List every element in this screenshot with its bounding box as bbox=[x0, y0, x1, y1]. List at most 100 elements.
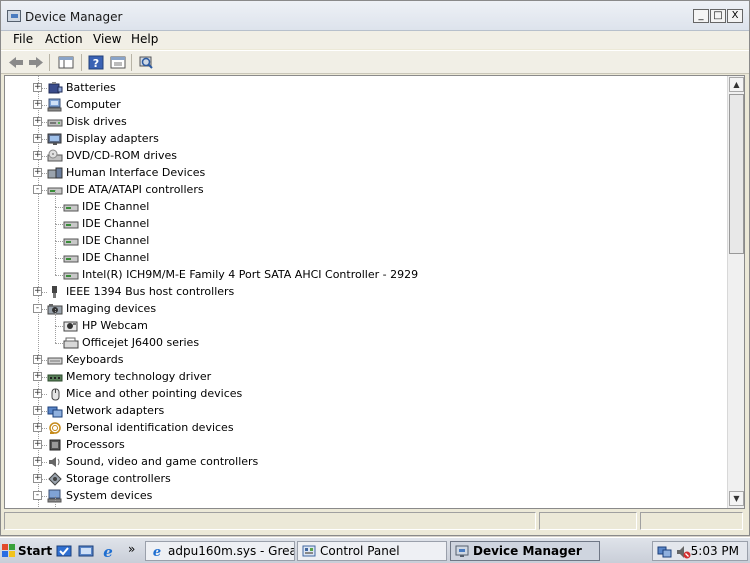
collapse-icon[interactable]: - bbox=[33, 491, 42, 500]
tree-category-row[interactable]: IDE ATA/ATAPI controllers bbox=[47, 181, 204, 198]
expand-icon[interactable]: + bbox=[33, 423, 42, 432]
tree-category-row[interactable]: Display adapters bbox=[47, 130, 159, 147]
tree-guide-line bbox=[55, 496, 56, 508]
menu-help[interactable]: Help bbox=[131, 32, 158, 46]
tree-device-row[interactable]: Intel(R) ICH9M/M-E Family 4 Port SATA AH… bbox=[63, 266, 418, 283]
network-adapter-icon bbox=[47, 404, 63, 418]
internet-explorer-icon[interactable]: e bbox=[100, 543, 116, 561]
expand-icon[interactable]: + bbox=[33, 355, 42, 364]
tree-item-label: ACPI Fixed Feature Button bbox=[82, 506, 224, 508]
menu-file[interactable]: File bbox=[13, 32, 33, 46]
start-button[interactable]: Start bbox=[2, 541, 52, 561]
status-bar bbox=[4, 511, 745, 531]
status-pane-3 bbox=[640, 512, 743, 530]
tree-category-row[interactable]: Mice and other pointing devices bbox=[47, 385, 242, 402]
tree-category-row[interactable]: Computer bbox=[47, 96, 121, 113]
title-bar[interactable]: Device Manager _ □ X bbox=[1, 1, 749, 31]
help-icon[interactable]: ? bbox=[87, 54, 105, 71]
scroll-up-arrow-icon[interactable]: ▲ bbox=[729, 77, 744, 92]
tree-device-row[interactable]: IDE Channel bbox=[63, 215, 149, 232]
show-hide-console-tree-icon[interactable] bbox=[57, 54, 75, 71]
quick-launch-overflow-icon[interactable]: » bbox=[128, 542, 135, 556]
tree-category-row[interactable]: Storage controllers bbox=[47, 470, 171, 487]
window-switcher-icon[interactable] bbox=[78, 543, 94, 559]
tree-category-row[interactable]: Batteries bbox=[47, 79, 116, 96]
tree-item-label: Display adapters bbox=[66, 132, 159, 145]
maximize-button[interactable]: □ bbox=[710, 9, 726, 23]
tree-device-row[interactable]: IDE Channel bbox=[63, 198, 149, 215]
tree-connector-line bbox=[55, 343, 63, 344]
tree-category-row[interactable]: IEEE 1394 Bus host controllers bbox=[47, 283, 234, 300]
keyboard-icon bbox=[47, 353, 63, 367]
fingerprint-icon bbox=[47, 421, 63, 435]
show-desktop-icon[interactable] bbox=[56, 543, 72, 559]
clock[interactable]: 5:03 PM bbox=[691, 544, 739, 558]
status-pane-main bbox=[4, 512, 536, 530]
device-tree-pane[interactable]: + Batteries + Computer + Disk drives + Display … bbox=[4, 75, 745, 509]
tree-connector-line bbox=[55, 224, 63, 225]
tree-connector-line bbox=[55, 326, 63, 327]
tree-category-row[interactable]: DVD/CD-ROM drives bbox=[47, 147, 177, 164]
tree-device-row[interactable]: Officejet J6400 series bbox=[63, 334, 199, 351]
tree-category-row[interactable]: Keyboards bbox=[47, 351, 123, 368]
tree-item-label: Keyboards bbox=[66, 353, 124, 366]
tree-category-row[interactable]: Sound, video and game controllers bbox=[47, 453, 258, 470]
expand-icon[interactable]: + bbox=[33, 287, 42, 296]
expand-icon[interactable]: + bbox=[33, 474, 42, 483]
tree-device-row[interactable]: IDE Channel bbox=[63, 232, 149, 249]
tree-item-label: IDE Channel bbox=[82, 200, 150, 213]
back-icon[interactable] bbox=[7, 54, 25, 71]
scroll-down-arrow-icon[interactable]: ▼ bbox=[729, 491, 744, 506]
tree-item-label: IDE Channel bbox=[82, 251, 150, 264]
tree-device-row[interactable]: IDE Channel bbox=[63, 249, 149, 266]
menu-view[interactable]: View bbox=[93, 32, 121, 46]
properties-icon[interactable] bbox=[109, 54, 127, 71]
task-button-device-manager[interactable]: Device Manager bbox=[450, 541, 600, 561]
close-button[interactable]: X bbox=[727, 9, 743, 23]
scan-hardware-icon[interactable] bbox=[137, 54, 155, 71]
tree-category-row[interactable]: Memory technology driver bbox=[47, 368, 211, 385]
tree-category-row[interactable]: Network adapters bbox=[47, 402, 164, 419]
toolbar-separator bbox=[131, 54, 132, 71]
expand-icon[interactable]: + bbox=[33, 100, 42, 109]
collapse-icon[interactable]: - bbox=[33, 304, 42, 313]
tree-category-row[interactable]: Personal identification devices bbox=[47, 419, 234, 436]
tree-category-row[interactable]: Human Interface Devices bbox=[47, 164, 205, 181]
expand-icon[interactable]: + bbox=[33, 83, 42, 92]
tree-item-label: Batteries bbox=[66, 81, 116, 94]
processor-icon bbox=[47, 438, 63, 452]
forward-icon[interactable] bbox=[27, 54, 45, 71]
menu-action[interactable]: Action bbox=[45, 32, 83, 46]
collapse-icon[interactable]: - bbox=[33, 185, 42, 194]
expand-icon[interactable]: + bbox=[33, 117, 42, 126]
expand-icon[interactable]: + bbox=[33, 389, 42, 398]
device-manager-icon bbox=[7, 10, 21, 22]
scrollbar-thumb[interactable] bbox=[729, 94, 744, 254]
tree-device-row[interactable]: HP Webcam bbox=[63, 317, 148, 334]
expand-icon[interactable]: + bbox=[33, 406, 42, 415]
tree-item-label: DVD/CD-ROM drives bbox=[66, 149, 177, 162]
tree-category-row[interactable]: Disk drives bbox=[47, 113, 127, 130]
expand-icon[interactable]: + bbox=[33, 134, 42, 143]
vertical-scrollbar[interactable]: ▲ ▼ bbox=[727, 76, 744, 508]
tree-device-row[interactable]: ACPI Fixed Feature Button bbox=[63, 504, 224, 508]
tree-category-row[interactable]: System devices bbox=[47, 487, 152, 504]
expand-icon[interactable]: + bbox=[33, 372, 42, 381]
system-tray: 5:03 PM bbox=[652, 541, 748, 561]
tree-category-row[interactable]: Imaging devices bbox=[47, 300, 156, 317]
tree-guide-line bbox=[55, 207, 56, 224]
tree-connector-line bbox=[55, 258, 63, 259]
expand-icon[interactable]: + bbox=[33, 151, 42, 160]
expand-icon[interactable]: + bbox=[33, 440, 42, 449]
ide-channel-icon bbox=[63, 268, 79, 282]
ide-channel-icon bbox=[63, 200, 79, 214]
expand-icon[interactable]: + bbox=[33, 168, 42, 177]
task-button-browser[interactable]: e adpu160m.sys - Greatis... bbox=[145, 541, 295, 561]
tree-connector-line bbox=[55, 241, 63, 242]
tree-category-row[interactable]: Processors bbox=[47, 436, 125, 453]
network-tray-icon[interactable] bbox=[657, 544, 673, 560]
minimize-button[interactable]: _ bbox=[693, 9, 709, 23]
task-button-control-panel[interactable]: Control Panel bbox=[297, 541, 447, 561]
expand-icon[interactable]: + bbox=[33, 457, 42, 466]
volume-muted-icon[interactable] bbox=[675, 544, 691, 560]
